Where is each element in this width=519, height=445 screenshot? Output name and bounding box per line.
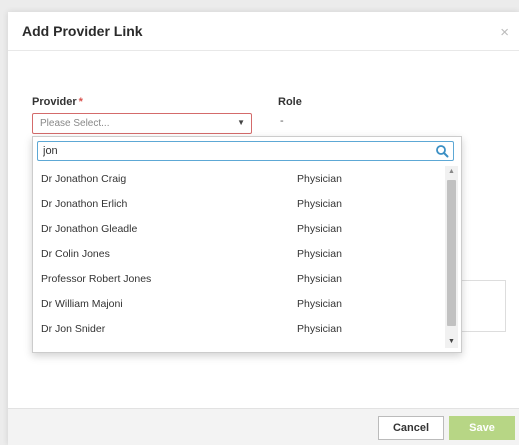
- provider-dropdown: Dr Jonathon CraigPhysicianDr Jonathon Er…: [32, 136, 462, 353]
- option-role: Physician: [297, 273, 342, 285]
- provider-select[interactable]: Please Select... ▼: [32, 113, 252, 134]
- role-label: Role: [278, 96, 302, 108]
- caret-down-icon: ▼: [237, 118, 245, 127]
- scroll-thumb[interactable]: [447, 180, 456, 326]
- option-role: Physician: [297, 248, 342, 260]
- option-name: Professor Robert Jones: [41, 273, 152, 285]
- option-item[interactable]: Professor Robert Jones Physician: [33, 266, 445, 291]
- provider-label: Provider *: [32, 96, 83, 108]
- close-icon[interactable]: ×: [500, 24, 509, 41]
- provider-select-placeholder: Please Select...: [40, 118, 110, 129]
- scroll-down-icon[interactable]: ▼: [445, 336, 458, 348]
- dropdown-scrollbar[interactable]: ▲ ▼: [445, 166, 458, 348]
- dialog-title: Add Provider Link: [22, 23, 143, 39]
- option-role: Physician: [297, 198, 342, 210]
- save-button[interactable]: Save: [449, 416, 515, 440]
- option-item[interactable]: Dr Jonathon Erlich Physician: [33, 191, 445, 216]
- option-list: Dr Jonathon Craig Physician Dr Jonathon Er…: [33, 166, 445, 352]
- option-role: Physician: [297, 323, 342, 335]
- search-field[interactable]: [37, 141, 454, 161]
- option-name: Dr Jonathon Erlich: [41, 198, 128, 210]
- option-name: Dr Jonathon Craig: [41, 173, 127, 185]
- search-icon: [436, 145, 449, 158]
- dialog-header: Add Provider Link ×: [8, 12, 519, 51]
- option-role: Physician: [297, 223, 342, 235]
- scroll-up-icon[interactable]: ▲: [445, 166, 458, 178]
- option-role: Physician: [297, 298, 342, 310]
- add-provider-link-dialog: Add Provider Link × Provider * Role - Ple…: [8, 12, 519, 445]
- option-item[interactable]: Dr Colin Jones Physician: [33, 241, 445, 266]
- provider-label-text: Provider: [32, 96, 77, 108]
- cancel-button[interactable]: Cancel: [378, 416, 444, 440]
- option-name: Dr Jonathon Gleadle: [41, 223, 138, 235]
- option-name: Dr Jon Snider: [41, 323, 106, 335]
- option-role: Physician: [297, 173, 342, 185]
- search-input[interactable]: [41, 143, 430, 159]
- option-name: Dr Colin Jones: [41, 248, 110, 260]
- dialog-footer: Cancel Save: [8, 408, 519, 445]
- option-item[interactable]: Dr Jon Snider Physician: [33, 316, 445, 341]
- option-item[interactable]: Dr Jonathon Gleadle Physician: [33, 216, 445, 241]
- required-marker: *: [78, 96, 83, 108]
- option-item[interactable]: Dr Jonathon Craig Physician: [33, 166, 445, 191]
- option-name: Dr William Majoni: [41, 298, 123, 310]
- option-item[interactable]: Dr William Majoni Physician: [33, 291, 445, 316]
- role-value: -: [280, 115, 284, 127]
